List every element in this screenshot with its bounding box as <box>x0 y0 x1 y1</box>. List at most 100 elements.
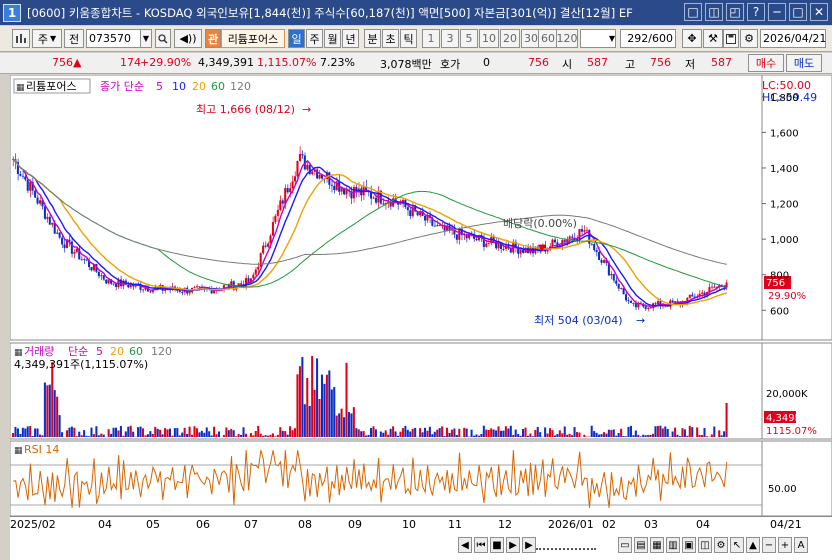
save-icon[interactable] <box>723 29 739 48</box>
candle-body <box>502 248 505 250</box>
volume-bar <box>117 430 120 437</box>
volume-bar <box>208 431 211 437</box>
window-title: [0600] 키움종합차트 - KOSDAQ 외국인보유[1,844(천)] 주… <box>27 5 633 20</box>
fit-icon[interactable]: A <box>794 537 808 553</box>
volume-bar <box>235 436 238 437</box>
candle-body <box>713 286 716 288</box>
search-icon[interactable] <box>155 29 171 48</box>
code-dropdown-icon[interactable]: ▼ <box>140 29 152 48</box>
chart-svg[interactable]: 리튬포어스 ▦ 종가 단순 5 10 20 60 120 LC:50.00 HC… <box>9 74 832 535</box>
candle-body <box>519 249 522 254</box>
candle-body <box>291 181 294 189</box>
interval-1[interactable]: 1 <box>422 29 440 48</box>
period-day-tab[interactable]: 일 <box>288 29 305 48</box>
candle-body <box>90 267 93 271</box>
interval-60[interactable]: 60 <box>538 29 558 48</box>
window-menu-button[interactable]: □ <box>684 3 702 21</box>
interval-5[interactable]: 5 <box>460 29 478 48</box>
scroll-left-icon[interactable]: ◀ <box>458 537 472 553</box>
volume-bar <box>406 429 409 437</box>
candle-body <box>193 287 196 289</box>
zoom-minus-icon[interactable]: − <box>762 537 776 553</box>
speaker-icon[interactable]: ◀)) <box>174 29 202 48</box>
volume-bar <box>205 427 208 437</box>
stop-icon[interactable]: ■ <box>490 537 504 553</box>
volume-value: 4,349,391 <box>198 56 254 69</box>
interval-120[interactable]: 120 <box>556 29 578 48</box>
table-icon[interactable]: ▥ <box>666 537 680 553</box>
volume-bar <box>710 434 713 437</box>
split-icon[interactable]: ◫ <box>698 537 712 553</box>
scroll-right-icon[interactable]: ▶ <box>522 537 536 553</box>
date-input[interactable]: 2026/04/21 <box>760 29 826 48</box>
buy-button[interactable]: 매수 <box>748 54 784 72</box>
volume-bar <box>539 432 542 437</box>
volume-bar <box>264 435 267 437</box>
market-select[interactable]: 주 ▼ <box>32 29 62 48</box>
interval-20[interactable]: 20 <box>500 29 520 48</box>
chart-icon[interactable]: ▲ <box>746 537 760 553</box>
volume-bar <box>24 428 27 437</box>
rsi-level-label: 50.00 <box>768 484 797 495</box>
volume-bar <box>347 412 350 437</box>
volume-bar <box>38 434 42 437</box>
volume-bar <box>269 434 272 437</box>
zoom-plus-icon[interactable]: + <box>778 537 792 553</box>
volume-bar <box>301 357 304 437</box>
minimize-button[interactable]: ─ <box>768 3 786 21</box>
candle-body <box>522 249 525 253</box>
layout-icon[interactable]: ▣ <box>682 537 696 553</box>
candle-body <box>149 291 152 293</box>
close-button[interactable]: ✕ <box>810 3 828 21</box>
period-month-tab[interactable]: 월 <box>324 29 341 48</box>
volume-bar <box>338 413 341 437</box>
gear-icon[interactable]: ⚙ <box>740 29 758 48</box>
related-button[interactable]: 관 <box>205 29 221 48</box>
volume-bar <box>512 434 515 437</box>
period-week-tab[interactable]: 주 <box>306 29 323 48</box>
period-minute-tab[interactable]: 분 <box>364 29 381 48</box>
crosshair-icon[interactable]: ✥ <box>682 29 702 48</box>
chart-area[interactable]: 리튬포어스 ▦ 종가 단순 5 10 20 60 120 LC:50.00 HC… <box>9 74 832 560</box>
grid-icon[interactable]: ▦ <box>650 537 664 553</box>
volume-bar <box>470 429 473 437</box>
window-tile-button[interactable]: ◫ <box>705 3 723 21</box>
chart-type-icon[interactable] <box>12 29 30 48</box>
period-second-tab[interactable]: 초 <box>382 29 399 48</box>
window-restore-layout-button[interactable]: ◰ <box>726 3 744 21</box>
volume-bar <box>487 429 490 437</box>
interval-3[interactable]: 3 <box>441 29 459 48</box>
maximize-button[interactable]: □ <box>789 3 807 21</box>
interval-custom-input[interactable]: ▼ <box>580 29 616 48</box>
quote-bar: 756 ▲ 174 +29.90% 4,349,391 1,115.07% 7.… <box>0 53 832 74</box>
tools-icon[interactable]: ⚒ <box>703 29 723 48</box>
price-tick-label: 1,000 <box>770 235 799 246</box>
prefix-button[interactable]: 전 <box>64 29 84 48</box>
panel-icon[interactable]: ▤ <box>634 537 648 553</box>
help-button[interactable]: ? <box>747 3 765 21</box>
volume-bar <box>215 434 218 437</box>
volume-bar <box>590 425 593 437</box>
volume-bar <box>713 426 716 437</box>
volume-bar <box>556 434 559 437</box>
zoom-out-range-icon[interactable]: ▭ <box>618 537 632 553</box>
volume-bar <box>553 435 556 437</box>
candle-body <box>610 274 613 276</box>
rewind-icon[interactable]: ⏮ <box>474 537 488 553</box>
interval-10[interactable]: 10 <box>479 29 499 48</box>
volume-bar <box>242 427 245 437</box>
volume-bar <box>112 427 115 437</box>
volume-bar <box>222 435 225 437</box>
play-icon[interactable]: ▶ <box>506 537 520 553</box>
period-tick-tab[interactable]: 틱 <box>400 29 417 48</box>
settings-icon[interactable]: ⚙ <box>714 537 728 553</box>
volume-bar <box>688 425 691 437</box>
period-year-tab[interactable]: 년 <box>342 29 359 48</box>
bar-count-input[interactable]: 292/600 <box>620 29 676 48</box>
scroll-track[interactable] <box>536 540 596 550</box>
volume-bar <box>401 428 404 437</box>
volume-bar <box>16 428 19 437</box>
cursor-icon[interactable]: ↖ <box>730 537 744 553</box>
volume-bar <box>237 433 240 437</box>
sell-button[interactable]: 매도 <box>786 54 822 72</box>
